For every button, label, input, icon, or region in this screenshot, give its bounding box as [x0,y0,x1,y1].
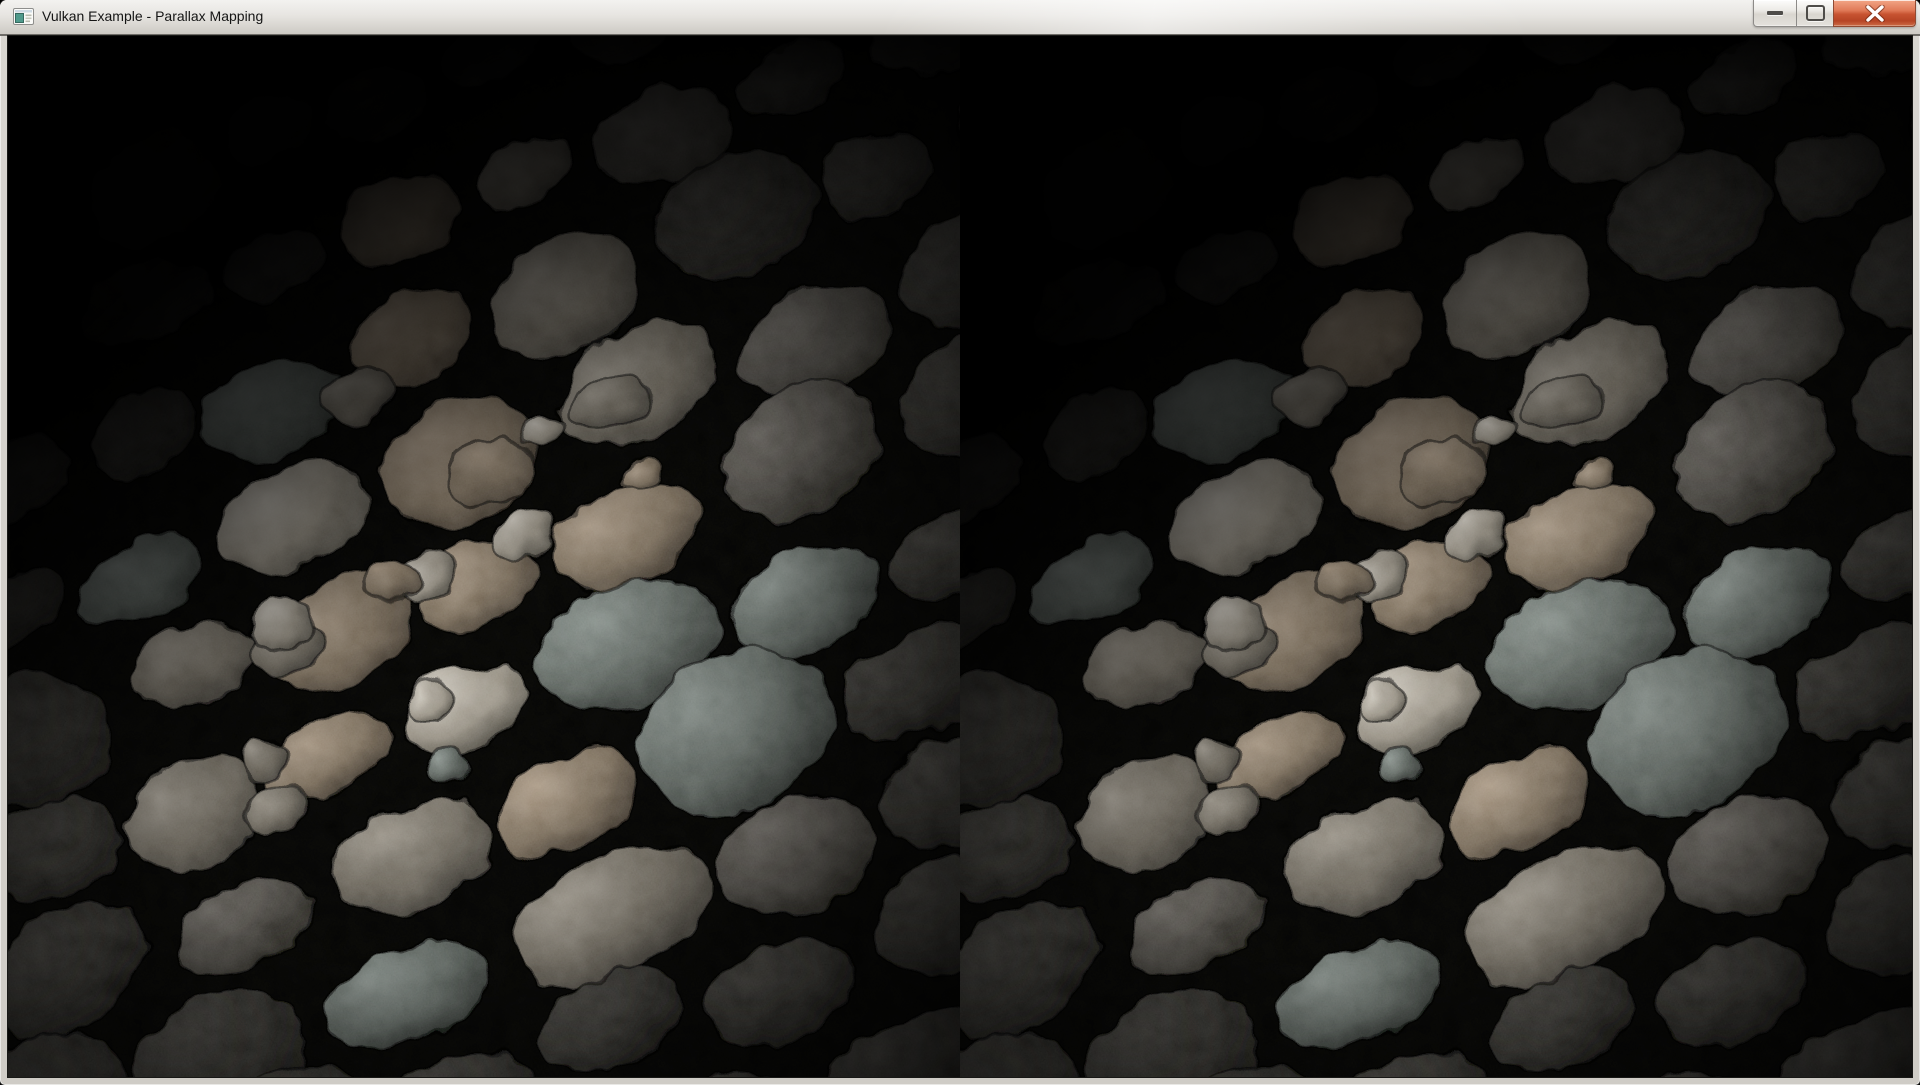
maximize-button[interactable] [1796,0,1834,27]
maximize-icon [1806,5,1825,21]
app-window: Vulkan Example - Parallax Mapping [0,0,1920,1085]
app-window-icon[interactable] [13,8,34,25]
minimize-button[interactable] [1753,0,1797,27]
render-canvas [8,36,1912,1077]
viewport-right[interactable] [873,36,1912,1077]
window-controls [1754,0,1916,27]
minimize-icon [1767,11,1783,15]
titlebar-sheen [0,0,1920,34]
titlebar[interactable]: Vulkan Example - Parallax Mapping [0,0,1920,36]
render-client-area [8,36,1912,1077]
close-button[interactable] [1833,0,1916,27]
close-icon [1864,5,1886,22]
window-title: Vulkan Example - Parallax Mapping [42,0,263,34]
